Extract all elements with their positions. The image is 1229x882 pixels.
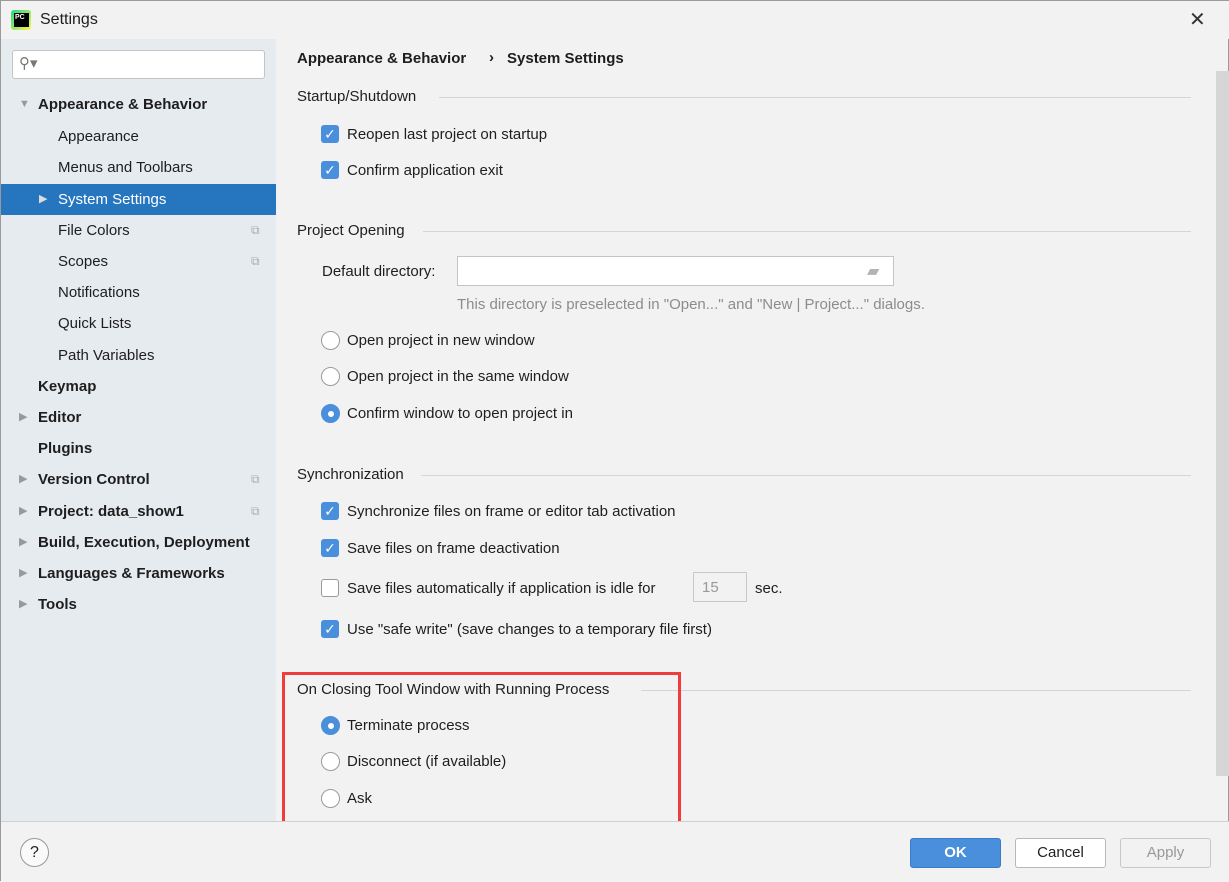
save-idle-checkbox[interactable] xyxy=(321,579,339,597)
tree-item-label: Keymap xyxy=(38,378,97,395)
project-scope-icon: ⧉ xyxy=(251,223,260,237)
safe-write-label[interactable]: Use "safe write" (save changes to a temp… xyxy=(347,621,712,638)
open-new-window-label[interactable]: Open project in new window xyxy=(347,332,535,349)
tree-item[interactable]: ▶ Editor xyxy=(1,402,276,433)
default-dir-input[interactable]: ▰ xyxy=(457,256,894,286)
project-scope-icon: ⧉ xyxy=(251,504,260,518)
expand-right-icon[interactable]: ▶ xyxy=(19,527,27,558)
expand-right-icon[interactable]: ▶ xyxy=(19,402,27,433)
save-deactivation-checkbox[interactable]: ✓ xyxy=(321,539,339,557)
scrollbar[interactable] xyxy=(1216,71,1229,776)
breadcrumb-parent[interactable]: Appearance & Behavior xyxy=(297,50,466,67)
tree-item-label: Notifications xyxy=(58,284,140,301)
highlight-box xyxy=(282,672,681,830)
divider xyxy=(421,475,1191,476)
tree-item[interactable]: Path Variables xyxy=(1,340,276,371)
tree-item-label: Build, Execution, Deployment xyxy=(38,534,250,551)
tree-item[interactable]: Quick Lists xyxy=(1,308,276,339)
tree-item[interactable]: Appearance xyxy=(1,121,276,152)
idle-seconds-input[interactable]: 15 xyxy=(693,572,747,602)
expand-right-icon[interactable]: ▶ xyxy=(19,464,27,495)
title-bar: Settings ✕ xyxy=(1,1,1229,39)
open-same-window-label[interactable]: Open project in the same window xyxy=(347,368,569,385)
pycharm-app-icon xyxy=(11,10,31,30)
tree-item[interactable]: ▶ Project: data_show1 ⧉ xyxy=(1,496,276,527)
tree-item-label: Languages & Frameworks xyxy=(38,565,225,582)
tree-item-label: Quick Lists xyxy=(58,315,132,332)
breadcrumb-separator: › xyxy=(489,49,494,66)
tree-item[interactable]: Notifications xyxy=(1,277,276,308)
confirm-window-radio[interactable] xyxy=(321,404,340,423)
tree-item-label: Tools xyxy=(38,596,77,613)
divider xyxy=(641,690,1191,691)
confirm-window-label[interactable]: Confirm window to open project in xyxy=(347,405,573,422)
dialog-footer: ? OK Cancel Apply xyxy=(1,821,1229,882)
default-dir-label: Default directory: xyxy=(322,263,436,280)
confirm-exit-label[interactable]: Confirm application exit xyxy=(347,162,503,179)
tree-item[interactable]: ▶ Version Control ⧉ xyxy=(1,464,276,495)
sync-files-checkbox[interactable]: ✓ xyxy=(321,502,339,520)
tree-item-label: File Colors xyxy=(58,222,130,239)
ok-button[interactable]: OK xyxy=(910,838,1001,868)
tree-item[interactable]: Scopes ⧉ xyxy=(1,246,276,277)
section-project-opening: Project Opening xyxy=(297,222,405,239)
tree-item-label: Editor xyxy=(38,409,82,426)
tree-item[interactable]: ▶ Languages & Frameworks xyxy=(1,558,276,589)
expand-right-icon[interactable]: ▶ xyxy=(39,184,47,215)
tree-item-label: System Settings xyxy=(58,191,167,208)
tree-item[interactable]: ▶ Build, Execution, Deployment xyxy=(1,527,276,558)
expand-down-icon[interactable]: ▼ xyxy=(19,89,30,120)
apply-button[interactable]: Apply xyxy=(1120,838,1211,868)
tree-item[interactable]: ▼ Appearance & Behavior xyxy=(1,89,276,120)
idle-unit-label: sec. xyxy=(755,580,783,597)
tree-item[interactable]: Plugins xyxy=(1,433,276,464)
section-startup: Startup/Shutdown xyxy=(297,88,417,105)
tree-item[interactable]: ▶ Tools xyxy=(1,589,276,620)
cancel-button[interactable]: Cancel xyxy=(1015,838,1106,868)
close-icon[interactable]: ✕ xyxy=(1189,7,1206,32)
tree-item-label: Appearance & Behavior xyxy=(38,96,208,113)
divider xyxy=(439,97,1191,98)
tree-item-label: Plugins xyxy=(38,440,93,457)
save-idle-label[interactable]: Save files automatically if application … xyxy=(347,580,655,597)
search-input[interactable]: ⚲▾ xyxy=(12,50,265,79)
tree-item-label: Menus and Toolbars xyxy=(58,159,193,176)
sync-files-label[interactable]: Synchronize files on frame or editor tab… xyxy=(347,503,676,520)
open-new-window-radio[interactable] xyxy=(321,331,340,350)
section-synchronization: Synchronization xyxy=(297,466,404,483)
project-scope-icon: ⧉ xyxy=(251,472,260,486)
tree-item-label: Appearance xyxy=(58,128,139,145)
project-scope-icon: ⧉ xyxy=(251,254,260,268)
save-deactivation-label[interactable]: Save files on frame deactivation xyxy=(347,540,560,557)
tree-item-label: Path Variables xyxy=(58,347,155,364)
search-icon: ⚲▾ xyxy=(19,55,38,72)
window-title: Settings xyxy=(40,11,98,28)
default-dir-hint: This directory is preselected in "Open..… xyxy=(457,296,925,313)
divider xyxy=(423,231,1191,232)
expand-right-icon[interactable]: ▶ xyxy=(19,589,27,620)
folder-icon[interactable]: ▰ xyxy=(867,261,879,281)
tree-item[interactable]: File Colors ⧉ xyxy=(1,215,276,246)
tree-item-label: Scopes xyxy=(58,253,109,270)
reopen-checkbox[interactable]: ✓ xyxy=(321,125,339,143)
confirm-exit-checkbox[interactable]: ✓ xyxy=(321,161,339,179)
tree-item-label: Version Control xyxy=(38,471,150,488)
tree-item[interactable]: Menus and Toolbars xyxy=(1,152,276,183)
open-same-window-radio[interactable] xyxy=(321,367,340,386)
help-button[interactable]: ? xyxy=(20,838,49,867)
tree-item[interactable]: ▶ System Settings xyxy=(1,184,276,215)
tree-item-label: Project: data_show1 xyxy=(38,503,184,520)
tree-item[interactable]: Keymap xyxy=(1,371,276,402)
expand-right-icon[interactable]: ▶ xyxy=(19,496,27,527)
page-title: System Settings xyxy=(507,50,624,67)
reopen-label[interactable]: Reopen last project on startup xyxy=(347,126,547,143)
safe-write-checkbox[interactable]: ✓ xyxy=(321,620,339,638)
expand-right-icon[interactable]: ▶ xyxy=(19,558,27,589)
